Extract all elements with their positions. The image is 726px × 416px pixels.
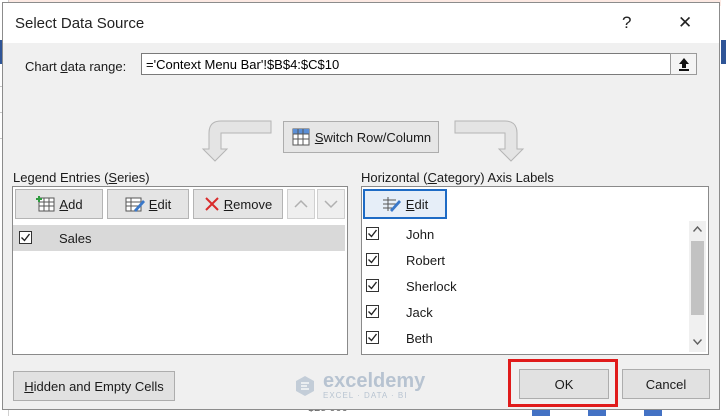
axis-item-name: Sherlock bbox=[406, 279, 457, 294]
label-part: witch Row/Column bbox=[323, 129, 432, 145]
scrollbar-thumb[interactable] bbox=[691, 241, 704, 315]
help-button[interactable]: ? bbox=[622, 13, 631, 33]
axis-item-checkbox[interactable] bbox=[366, 305, 379, 318]
axis-item-name: Robert bbox=[406, 253, 446, 268]
checkmark-icon bbox=[21, 233, 31, 242]
label-part: ata range: bbox=[67, 59, 127, 74]
collapse-dialog-button[interactable] bbox=[670, 53, 697, 75]
hidden-empty-label: Hidden and Empty Cells bbox=[24, 379, 163, 394]
axis-item-checkbox[interactable] bbox=[366, 253, 379, 266]
chart-data-range-input[interactable] bbox=[141, 53, 697, 75]
add-series-button[interactable]: Add bbox=[15, 189, 103, 219]
dialog-title: Select Data Source bbox=[15, 15, 145, 32]
checkmark-icon bbox=[368, 333, 378, 342]
axis-item-checkbox[interactable] bbox=[366, 279, 379, 292]
label-part: dd bbox=[68, 196, 83, 212]
access-key: H bbox=[24, 378, 34, 394]
edit-axis-label: Edit bbox=[406, 197, 428, 212]
access-key: S bbox=[108, 170, 118, 185]
label-part: eries) bbox=[117, 170, 150, 185]
label-part: Legend Entries ( bbox=[13, 170, 109, 185]
series-list-item[interactable]: Sales bbox=[13, 225, 345, 251]
remove-x-icon bbox=[205, 197, 219, 211]
label-part: Chart bbox=[25, 59, 61, 74]
edit-label: Edit bbox=[149, 197, 171, 212]
label-part: idden and Empty Cells bbox=[33, 378, 164, 394]
select-data-source-dialog: Select Data Source ? ✕ Chart data range:… bbox=[2, 2, 720, 410]
remove-label: Remove bbox=[224, 197, 272, 212]
access-key: R bbox=[223, 196, 234, 212]
access-key: S bbox=[314, 129, 324, 145]
exceldemy-logo-icon bbox=[296, 375, 314, 396]
access-key: d bbox=[60, 59, 68, 74]
edit-axis-icon bbox=[382, 197, 401, 212]
label-part: ategory) Axis Labels bbox=[436, 170, 554, 185]
add-table-icon bbox=[36, 196, 55, 212]
switch-grid-icon bbox=[292, 128, 310, 146]
watermark-tagline: EXCEL · DATA · BI bbox=[323, 391, 408, 400]
column-header-selected bbox=[721, 40, 726, 64]
ok-highlight-annotation bbox=[508, 359, 618, 407]
checkmark-icon bbox=[368, 281, 378, 290]
watermark-text: exceldemy EXCEL · DATA · BI bbox=[323, 371, 425, 400]
add-label: Add bbox=[59, 197, 82, 212]
legend-entries-label: Legend Entries (Series) bbox=[13, 170, 150, 185]
upload-arrow-icon bbox=[678, 58, 689, 71]
hidden-and-empty-cells-button[interactable]: Hidden and Empty Cells bbox=[13, 371, 175, 401]
label-part: Horizontal ( bbox=[361, 170, 428, 185]
close-button[interactable]: ✕ bbox=[678, 13, 692, 33]
curved-arrow-right-icon bbox=[454, 120, 525, 162]
label-part: dit bbox=[157, 196, 172, 212]
move-down-button[interactable] bbox=[317, 189, 345, 219]
axis-item-checkbox[interactable] bbox=[366, 331, 379, 344]
title-bar: Select Data Source ? ✕ bbox=[3, 3, 719, 43]
cancel-label: Cancel bbox=[645, 376, 687, 392]
axis-list-item[interactable]: Sherlock bbox=[362, 273, 688, 299]
checkmark-icon bbox=[368, 229, 378, 238]
edit-table-icon bbox=[125, 197, 145, 212]
access-key: A bbox=[59, 196, 69, 212]
exceldemy-watermark: exceldemy EXCEL · DATA · BI bbox=[293, 371, 425, 400]
scroll-down-icon[interactable] bbox=[693, 339, 702, 345]
chart-data-range-label: Chart data range: bbox=[25, 59, 126, 74]
spreadsheet-right-edge bbox=[721, 0, 726, 416]
checkmark-icon bbox=[368, 255, 378, 264]
axis-item-checkbox[interactable] bbox=[366, 227, 379, 240]
chevron-down-icon bbox=[324, 200, 338, 209]
remove-series-button[interactable]: Remove bbox=[193, 189, 283, 219]
switch-row-column-button[interactable]: Switch Row/Column bbox=[283, 121, 439, 153]
axis-list-item[interactable]: Jack bbox=[362, 299, 688, 325]
cancel-button[interactable]: Cancel bbox=[622, 369, 710, 399]
chevron-up-icon bbox=[294, 199, 308, 208]
axis-item-name: Jack bbox=[406, 305, 433, 320]
axis-list-item[interactable]: Beth bbox=[362, 325, 688, 351]
axis-item-name: John bbox=[406, 227, 435, 242]
curved-arrow-left-icon bbox=[201, 120, 272, 162]
move-up-button[interactable] bbox=[287, 189, 315, 219]
edit-axis-labels-button[interactable]: Edit bbox=[363, 189, 447, 219]
axis-list-item[interactable]: Robert bbox=[362, 247, 688, 273]
axis-list-item[interactable]: John bbox=[362, 221, 688, 247]
checkmark-icon bbox=[368, 307, 378, 316]
axis-labels-label: Horizontal (Category) Axis Labels bbox=[361, 170, 554, 185]
access-key: C bbox=[427, 170, 437, 185]
switch-row-column-label: Switch Row/Column bbox=[315, 130, 431, 145]
axis-list-scrollbar[interactable] bbox=[689, 221, 706, 352]
label-part: dit bbox=[414, 196, 429, 212]
scroll-up-icon[interactable] bbox=[693, 226, 702, 232]
series-checkbox[interactable] bbox=[19, 231, 32, 244]
series-name: Sales bbox=[59, 231, 92, 246]
edit-series-button[interactable]: Edit bbox=[107, 189, 189, 219]
label-part: emove bbox=[233, 196, 273, 212]
axis-item-name: Beth bbox=[406, 331, 433, 346]
watermark-name: exceldemy bbox=[323, 370, 426, 392]
